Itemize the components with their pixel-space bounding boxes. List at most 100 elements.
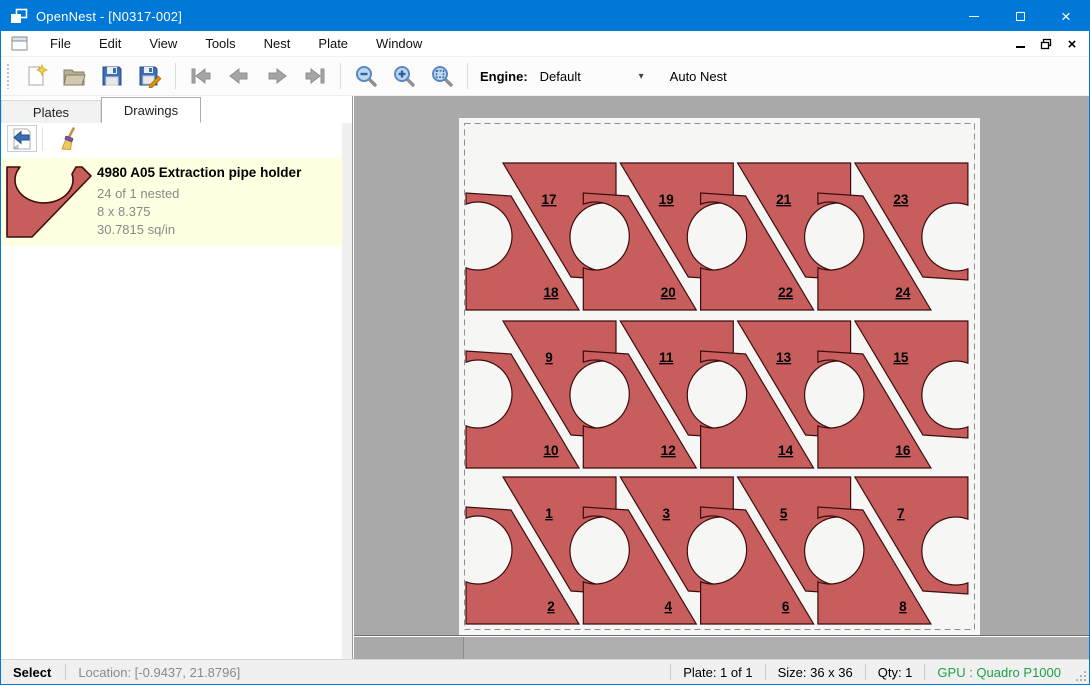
save-as-icon [138,64,162,88]
new-button[interactable] [17,60,55,92]
minimize-icon [969,16,979,17]
new-document-icon [24,64,48,88]
tab-drawings[interactable]: Drawings [101,97,201,123]
drawing-nested-count: 24 of 1 nested [97,185,301,203]
part-number-7: 7 [897,506,905,521]
drawing-dimensions: 8 x 8.375 [97,203,301,221]
resize-grip-icon [1073,660,1089,685]
part-number-2: 2 [547,599,555,614]
hscrollbar-thumb[interactable] [463,637,1089,659]
part-number-20: 20 [661,285,676,300]
part-number-9: 9 [545,350,553,365]
go-last-icon [303,64,327,88]
toolbar-separator [467,63,468,89]
save-icon [100,64,124,88]
toolbar-separator [340,63,341,89]
tab-plates[interactable]: Plates [1,100,101,123]
status-size: Size: 36 x 36 [766,665,865,680]
save-as-button[interactable] [131,60,169,92]
window-title: OpenNest - [N0317-002] [36,9,182,24]
menu-item-edit[interactable]: Edit [85,31,135,56]
zoom-in-icon [392,64,416,88]
previous-plate-button[interactable] [220,60,258,92]
part-thumbnail-shape [5,164,93,240]
menubar: FileEditViewToolsNestPlateWindow × [1,31,1089,57]
part-number-23: 23 [893,192,909,207]
broom-icon [57,127,81,151]
toolbar-separator [175,63,176,89]
main-toolbar: Engine: Default ▾ Auto Nest [1,57,1089,96]
auto-nest-button[interactable]: Auto Nest [662,64,735,89]
import-drawing-icon [10,127,34,151]
part-number-3: 3 [663,506,671,521]
nest-canvas[interactable]: 171819202122232491011121314151612345678 [354,96,1089,636]
zoom-in-button[interactable] [385,60,423,92]
save-button[interactable] [93,60,131,92]
document-window-icon[interactable] [11,36,28,51]
next-plate-button[interactable] [258,60,296,92]
go-previous-icon [227,64,251,88]
zoom-fit-icon [430,64,454,88]
mdi-restore-button[interactable] [1033,33,1059,55]
toolbar-grip[interactable] [6,63,11,89]
part-number-19: 19 [659,192,674,207]
zoom-out-icon [354,64,378,88]
menu-item-window[interactable]: Window [362,31,436,56]
mdi-close-icon: × [1068,37,1077,52]
part-number-15: 15 [893,350,909,365]
resize-grip[interactable] [1073,660,1089,685]
status-plate: Plate: 1 of 1 [671,665,764,680]
statusbar: Select Location: [-0.9437, 21.8796] Plat… [1,659,1089,684]
zoom-out-button[interactable] [347,60,385,92]
open-folder-icon [62,64,86,88]
minimize-button[interactable] [951,1,997,31]
left-panel: PlatesDrawings [1,96,353,659]
canvas-hscrollbar[interactable] [354,637,1089,659]
drawing-area: 30.7815 sq/in [97,221,301,239]
chevron-down-icon: ▾ [639,71,644,82]
part-number-24: 24 [895,285,911,300]
opennest-window: OpenNest - [N0317-002] × FileEditViewToo… [0,0,1090,685]
import-drawing-button[interactable] [7,125,37,152]
menu-item-view[interactable]: View [135,31,191,56]
part-number-10: 10 [543,443,558,458]
drawing-list-item[interactable]: 4980 A05 Extraction pipe holder 24 of 1 … [1,158,342,246]
first-plate-button[interactable] [182,60,220,92]
status-qty: Qty: 1 [866,665,925,680]
maximize-icon [1016,12,1025,21]
go-next-icon [265,64,289,88]
part-number-16: 16 [895,443,911,458]
part-number-8: 8 [899,599,907,614]
drawings-toolbar [1,123,352,154]
part-number-1: 1 [545,506,553,521]
open-button[interactable] [55,60,93,92]
engine-combobox[interactable]: Default ▾ [536,64,648,88]
clean-button[interactable] [54,125,84,152]
status-mode: Select [1,665,65,680]
last-plate-button[interactable] [296,60,334,92]
titlebar[interactable]: OpenNest - [N0317-002] × [1,1,1089,31]
menu-item-nest[interactable]: Nest [250,31,305,56]
part-number-21: 21 [776,192,792,207]
menu-item-tools[interactable]: Tools [191,31,249,56]
part-number-14: 14 [778,443,794,458]
mdi-close-button[interactable]: × [1059,33,1085,55]
mdi-minimize-icon [1016,46,1025,48]
part-number-5: 5 [780,506,788,521]
part-number-18: 18 [543,285,559,300]
panel-tabstrip: PlatesDrawings [1,96,352,123]
part-number-4: 4 [665,599,673,614]
menu-item-plate[interactable]: Plate [304,31,362,56]
status-location: Location: [-0.9437, 21.8796] [66,665,252,680]
panel-scrollbar[interactable] [342,123,352,659]
menu-item-file[interactable]: File [36,31,85,56]
app-icon [10,7,28,25]
nest-view: 171819202122232491011121314151612345678 [354,96,1089,636]
maximize-button[interactable] [997,1,1043,31]
part-number-22: 22 [778,285,793,300]
drawing-title: 4980 A05 Extraction pipe holder [97,165,301,180]
part-thumbnail [1,158,97,246]
zoom-fit-button[interactable] [423,60,461,92]
close-button[interactable]: × [1043,1,1089,31]
mdi-minimize-button[interactable] [1007,33,1033,55]
